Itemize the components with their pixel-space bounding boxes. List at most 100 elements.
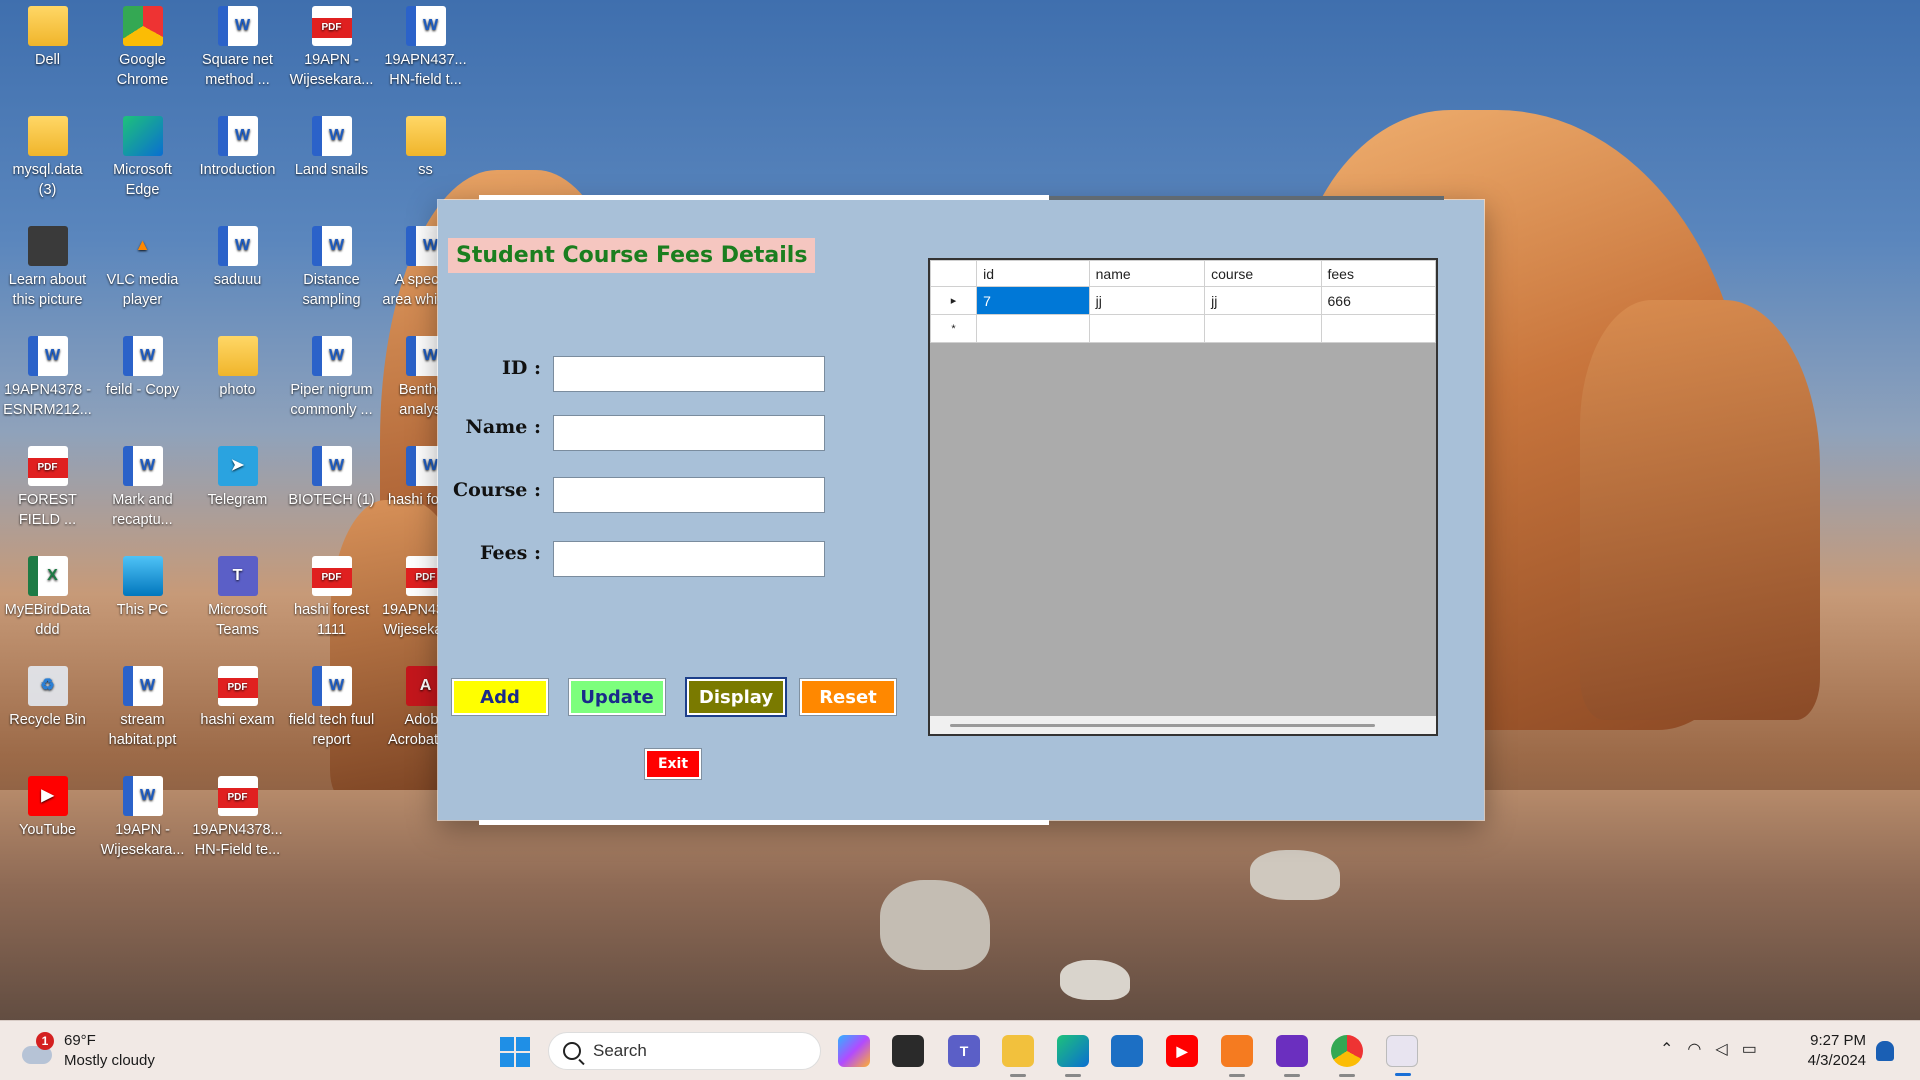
start-button[interactable] [500,1037,530,1067]
cell-name[interactable] [1088,314,1206,343]
visual-studio-icon[interactable] [1276,1035,1308,1077]
search-placeholder: Search [593,1041,647,1060]
desktop-icon[interactable]: Dell [0,0,95,98]
name-input[interactable] [553,415,825,451]
desktop-icon[interactable]: W 19APN -Wijesekara... [95,770,190,868]
reset-button[interactable]: Reset [799,678,897,716]
grid-table: id name course fees ▸ 7 jj jj 666 * [929,260,1436,343]
youtube-icon[interactable]: ▶ [1166,1035,1198,1067]
pc-icon [122,556,163,596]
weather-condition: Mostly cloudy [64,1052,155,1069]
desktop-icon[interactable]: hashi exam [190,660,285,758]
row-selector-icon[interactable]: ▸ [929,286,978,315]
desktop-icon-label: Learn about this picture [8,272,87,308]
store-icon[interactable] [1111,1035,1143,1067]
desktop-icon[interactable]: W Introduction [190,110,285,208]
desktop-icon[interactable]: W 19APN4378 -ESNRM212... [0,330,95,428]
desktop-icon[interactable]: T Microsoft Teams [190,550,285,648]
column-header-id[interactable]: id [976,260,1090,287]
desktop-icon[interactable]: Learn about this picture [0,220,95,318]
desktop-icon[interactable]: W Land snails [284,110,379,208]
form-title: Student Course Fees Details [448,238,816,273]
weather-widget[interactable]: 1 69°F Mostly cloudy [18,1031,155,1071]
add-button[interactable]: Add [451,678,549,716]
desktop-icon[interactable]: Microsoft Edge [95,110,190,208]
file-explorer-icon[interactable] [1002,1035,1034,1077]
battery-icon[interactable]: ▭ [1742,1039,1757,1059]
cell-fees[interactable]: 666 [1320,286,1436,315]
desktop-icon-label: Mark and recaptu... [112,492,173,528]
table-row[interactable]: ▸ 7 jj jj 666 [929,286,1436,315]
course-input[interactable] [553,477,825,513]
desktop-icon-label: Microsoft Teams [208,602,267,638]
fees-input[interactable] [553,541,825,577]
folder-icon [217,336,258,376]
cell-fees[interactable] [1320,314,1436,343]
desktop-icon[interactable]: 19APN4378... HN-Field te... [190,770,285,868]
exit-button[interactable]: Exit [644,748,702,780]
desktop-icon[interactable]: W Mark and recaptu... [95,440,190,538]
taskbar-clock[interactable]: 9:27 PM 4/3/2024 [1790,1031,1866,1071]
xampp-icon[interactable] [1221,1035,1253,1077]
desktop-icon[interactable]: 19APN -Wijesekara... [284,0,379,98]
taskbar-search[interactable]: Search [548,1032,821,1070]
horizontal-scrollbar[interactable] [930,716,1436,734]
chrome-icon[interactable] [1331,1035,1363,1077]
cell-id[interactable]: 7 [976,286,1090,315]
desktop-icon[interactable]: hashi forest 1111 [284,550,379,648]
row-header-corner [929,260,978,287]
desktop-icon[interactable]: Google Chrome [95,0,190,98]
table-row-new[interactable]: * [929,314,1436,343]
desktop-icon-label: Microsoft Edge [113,162,172,198]
desktop-icon[interactable]: mysql.data (3) [0,110,95,208]
desktop-icon[interactable]: W Distance sampling [284,220,379,318]
volume-icon[interactable]: ◁ [1715,1039,1727,1059]
scrollbar-thumb[interactable] [950,724,1375,727]
desktop-icon[interactable]: Wsaduuu [190,220,285,318]
desktop-icon[interactable]: W BIOTECH (1) [284,440,379,538]
desktop-icon[interactable]: X MyEBirdData ddd [0,550,95,648]
cell-name[interactable]: jj [1088,286,1206,315]
edge-icon[interactable] [1057,1035,1089,1077]
youtube-icon: ▶ [27,776,68,816]
new-row-icon[interactable]: * [929,314,978,343]
update-button[interactable]: Update [568,678,666,716]
running-form-app-icon[interactable] [1386,1035,1418,1076]
desktop-icon-label: 19APN4378 -ESNRM212... [3,382,92,418]
column-header-course[interactable]: course [1204,260,1322,287]
desktop-icon[interactable]: ♻ Recycle Bin [0,660,95,758]
cell-course[interactable] [1204,314,1322,343]
vlc-icon: ▲ [134,237,151,254]
task-view-icon[interactable] [892,1035,924,1067]
desktop-icon[interactable]: photo [190,330,285,428]
desktop-icon[interactable]: W 19APN437... HN-field t... [378,0,473,98]
wifi-icon[interactable]: ◠ [1687,1039,1701,1059]
chevron-up-icon[interactable]: ⌃ [1660,1039,1673,1059]
desktop-icon-label: 19APN437... HN-field t... [384,52,467,88]
wallpaper-stone [1060,960,1130,1000]
desktop-icon[interactable]: ss [378,110,473,208]
desktop-icon[interactable]: ▲ VLC media player [95,220,190,318]
desktop-icon[interactable]: Wfeild - Copy [95,330,190,428]
display-button[interactable]: Display [685,677,787,717]
teams-icon[interactable]: T [948,1035,980,1067]
desktop-icon[interactable]: FOREST FIELD ... [0,440,95,538]
word-icon: W [311,666,352,706]
column-header-fees[interactable]: fees [1320,260,1436,287]
bell-icon[interactable] [1876,1041,1894,1061]
cell-course[interactable]: jj [1204,286,1322,315]
students-grid[interactable]: id name course fees ▸ 7 jj jj 666 * [928,258,1438,736]
copilot-icon[interactable] [838,1035,870,1067]
desktop-icon[interactable]: W Square net method ... [190,0,285,98]
desktop-icon[interactable]: ➤ Telegram [190,440,285,538]
desktop-icon-label: 19APN -Wijesekara... [100,822,185,858]
desktop-icon-label: Land snails [294,162,369,178]
desktop-icon[interactable]: Wstream habitat.ppt [95,660,190,758]
desktop-icon[interactable]: ▶ YouTube [0,770,95,868]
desktop-icon[interactable]: This PC [95,550,190,648]
desktop-icon[interactable]: W Piper nigrum commonly ... [284,330,379,428]
id-input[interactable] [553,356,825,392]
column-header-name[interactable]: name [1088,260,1206,287]
desktop-icon[interactable]: Wfield tech fuul report [284,660,379,758]
cell-id[interactable] [976,314,1090,343]
